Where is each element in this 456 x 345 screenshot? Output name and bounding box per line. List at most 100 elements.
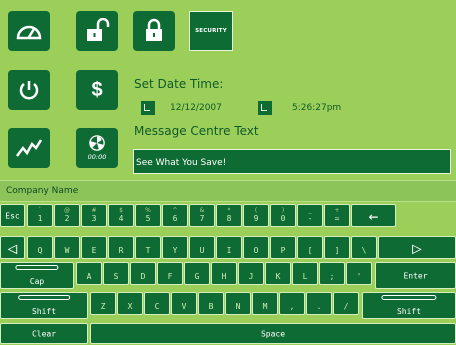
- message-centre-input[interactable]: See What You Save!: [133, 149, 451, 174]
- space-key[interactable]: Space: [90, 323, 456, 344]
- key-p[interactable]: P: [270, 236, 296, 259]
- date-value[interactable]: 12/12/2007: [170, 103, 222, 113]
- date-time-label: Set Date Time:: [134, 77, 224, 91]
- lock-button[interactable]: [133, 11, 175, 51]
- key-shift-symbol: (: [254, 207, 258, 214]
- key-label: 0: [280, 214, 286, 223]
- key-label: ▷: [412, 238, 422, 257]
- clear-key[interactable]: Clear: [0, 323, 88, 344]
- key-x[interactable]: X: [117, 292, 143, 315]
- key-sym[interactable]: .: [306, 292, 332, 315]
- key-6[interactable]: ^ 6: [162, 204, 188, 227]
- key-j[interactable]: J: [238, 262, 264, 285]
- key-sym[interactable]: ,: [279, 292, 305, 315]
- key-8[interactable]: * 8: [216, 204, 242, 227]
- right-arrow-key[interactable]: ▷: [378, 236, 456, 259]
- key-label: W: [64, 246, 70, 255]
- key-label: Q: [37, 246, 43, 255]
- key-label: S: [113, 272, 119, 281]
- key-l[interactable]: L: [292, 262, 318, 285]
- key-c[interactable]: C: [144, 292, 170, 315]
- key-label: H: [221, 272, 227, 281]
- unlock-icon: [87, 18, 110, 41]
- key-label: ': [356, 272, 362, 281]
- key-label: A: [86, 272, 92, 281]
- key-9[interactable]: (9: [243, 204, 269, 227]
- key-a[interactable]: A: [76, 262, 102, 285]
- key-i[interactable]: I: [216, 236, 242, 259]
- key-1[interactable]: ` 1: [27, 204, 53, 227]
- key-shift-symbol: *: [227, 207, 231, 214]
- key-label: I: [226, 246, 232, 255]
- date-checkbox[interactable]: [141, 101, 155, 115]
- caps-lock-key[interactable]: Cap: [0, 262, 74, 289]
- trend-button[interactable]: [8, 128, 50, 168]
- security-button[interactable]: SECURITY: [189, 11, 233, 51]
- key-sym[interactable]: /: [333, 292, 359, 315]
- key-sym[interactable]: [: [297, 236, 323, 259]
- key-n[interactable]: N: [225, 292, 251, 315]
- key-label: P: [280, 246, 286, 255]
- backspace-key[interactable]: ←: [351, 204, 396, 227]
- key-sym[interactable]: _ -: [297, 204, 323, 227]
- key-label: C: [154, 302, 160, 311]
- key-w[interactable]: W: [54, 236, 80, 259]
- key-label: 2: [64, 214, 70, 223]
- key-q[interactable]: Q: [27, 236, 53, 259]
- unlock-button[interactable]: [76, 11, 118, 51]
- key-label: 6: [172, 214, 178, 223]
- key-h[interactable]: H: [211, 262, 237, 285]
- key-label: Y: [172, 246, 178, 255]
- shift-left-key[interactable]: Shift: [0, 292, 88, 319]
- key-z[interactable]: Z: [90, 292, 116, 315]
- time-value[interactable]: 5:26:27pm: [292, 103, 341, 113]
- key-v[interactable]: V: [171, 292, 197, 315]
- key-shift-symbol: @: [64, 207, 70, 214]
- time-checkbox[interactable]: [258, 101, 272, 115]
- key-3[interactable]: #3: [81, 204, 107, 227]
- shift-bar-icon: [18, 295, 70, 300]
- key-sym[interactable]: ;: [319, 262, 345, 285]
- key-f[interactable]: F: [157, 262, 183, 285]
- key-sym[interactable]: \: [351, 236, 377, 259]
- key-e[interactable]: E: [81, 236, 107, 259]
- speedometer-button[interactable]: [8, 11, 50, 51]
- key-sym[interactable]: + =: [324, 204, 350, 227]
- key-t[interactable]: T: [135, 236, 161, 259]
- esc-key[interactable]: Esc: [0, 204, 25, 227]
- power-button[interactable]: [8, 70, 50, 110]
- key-label: Space: [260, 329, 286, 338]
- key-7[interactable]: & 7: [189, 204, 215, 227]
- key-label: .: [316, 302, 322, 311]
- key-sym[interactable]: ]: [324, 236, 350, 259]
- key-k[interactable]: K: [265, 262, 291, 285]
- key-y[interactable]: Y: [162, 236, 188, 259]
- key-label: T: [145, 246, 151, 255]
- key-b[interactable]: B: [198, 292, 224, 315]
- company-name-field[interactable]: Company Name: [0, 180, 456, 202]
- left-arrow-key[interactable]: ◁: [0, 236, 25, 259]
- key-label: U: [199, 246, 205, 255]
- key-label: Cap: [29, 277, 45, 286]
- key-r[interactable]: R: [108, 236, 134, 259]
- trend-icon: [16, 139, 43, 157]
- dollar-button[interactable]: $: [76, 70, 118, 110]
- key-label: \: [361, 246, 367, 255]
- key-5[interactable]: % 5: [135, 204, 161, 227]
- key-u[interactable]: U: [189, 236, 215, 259]
- key-label: D: [140, 272, 146, 281]
- key-2[interactable]: @2: [54, 204, 80, 227]
- shift-right-key[interactable]: Shift: [362, 292, 456, 319]
- key-label: /: [343, 302, 349, 311]
- key-s[interactable]: S: [103, 262, 129, 285]
- key-label: 3: [91, 214, 97, 223]
- key-d[interactable]: D: [130, 262, 156, 285]
- key-4[interactable]: $4: [108, 204, 134, 227]
- timer-button[interactable]: 00:00: [76, 128, 118, 168]
- key-m[interactable]: M: [252, 292, 278, 315]
- key-sym[interactable]: ': [346, 262, 372, 285]
- enter-key[interactable]: Enter: [375, 262, 456, 289]
- key-0[interactable]: ) 0: [270, 204, 296, 227]
- key-g[interactable]: G: [184, 262, 210, 285]
- key-o[interactable]: O: [243, 236, 269, 259]
